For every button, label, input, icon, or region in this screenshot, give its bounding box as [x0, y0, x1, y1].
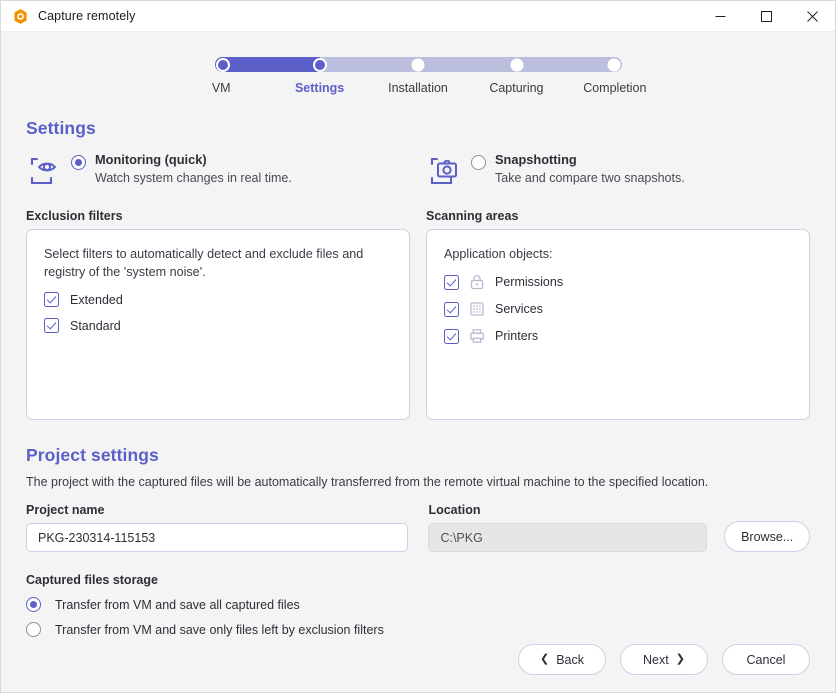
- project-name-field-group: Project name PKG-230314-115153: [26, 503, 409, 552]
- main-content: Settings Monitoring (quick) Watch system…: [1, 95, 835, 692]
- back-button[interactable]: ❮ Back: [518, 644, 606, 675]
- project-fields-row: Project name PKG-230314-115153 Location …: [26, 503, 810, 552]
- stepper-labels: VM Settings Installation Capturing Compl…: [172, 81, 664, 95]
- mode-monitoring-name: Monitoring (quick): [95, 152, 207, 167]
- window-controls: [697, 1, 835, 32]
- maximize-button[interactable]: [743, 1, 789, 32]
- lock-icon: [470, 275, 484, 290]
- stepper-node-vm[interactable]: [215, 57, 230, 72]
- label-standard: Standard: [70, 318, 121, 333]
- camera-frame-icon: [430, 157, 457, 185]
- settings-heading: Settings: [26, 118, 96, 138]
- wizard-footer: ❮ Back Next ❯ Cancel: [518, 644, 810, 675]
- step-label-installation[interactable]: Installation: [369, 81, 467, 95]
- label-extended: Extended: [70, 292, 123, 307]
- scanning-item-services[interactable]: Services: [444, 301, 792, 317]
- checkbox-permissions[interactable]: [444, 274, 459, 290]
- location-input[interactable]: C:\PKG: [428, 523, 708, 552]
- radio-save-filtered-files[interactable]: [26, 622, 41, 637]
- stepper-node-installation[interactable]: [411, 58, 424, 71]
- step-label-settings[interactable]: Settings: [270, 81, 368, 95]
- printer-icon: [470, 329, 484, 343]
- checkbox-services[interactable]: [444, 301, 459, 317]
- chevron-right-icon: ❯: [675, 653, 685, 665]
- window-title: Capture remotely: [38, 9, 136, 23]
- next-button-label: Next: [643, 652, 669, 667]
- close-button[interactable]: [789, 1, 835, 32]
- title-bar-left: Capture remotely: [1, 7, 697, 25]
- eye-frame-icon: [30, 157, 57, 185]
- app-logo-icon: [14, 7, 28, 24]
- stepper-node-completion[interactable]: [607, 58, 620, 71]
- captured-files-storage-label: Captured files storage: [26, 573, 158, 587]
- label-save-filtered-files: Transfer from VM and save only files lef…: [55, 622, 384, 637]
- storage-option-filtered[interactable]: Transfer from VM and save only files lef…: [26, 622, 810, 637]
- stepper-node-capturing[interactable]: [510, 58, 523, 71]
- exclusion-filters-description: Select filters to automatically detect a…: [44, 247, 364, 279]
- next-button[interactable]: Next ❯: [620, 644, 708, 675]
- exclusion-item-standard[interactable]: Standard: [44, 318, 392, 333]
- title-bar: Capture remotely: [1, 1, 835, 32]
- checkbox-extended[interactable]: [44, 292, 59, 307]
- mode-snapshotting-description: Take and compare two snapshots.: [495, 171, 685, 185]
- project-settings-heading: Project settings: [26, 445, 159, 465]
- checkbox-printers[interactable]: [444, 328, 459, 344]
- label-permissions: Permissions: [495, 275, 564, 289]
- scanning-item-printers[interactable]: Printers: [444, 328, 792, 344]
- grid-services-icon: [470, 302, 484, 316]
- radio-snapshotting[interactable]: [471, 155, 486, 170]
- browse-button[interactable]: Browse...: [724, 521, 810, 552]
- label-save-all-files: Transfer from VM and save all captured f…: [55, 597, 300, 612]
- mode-monitoring-text: Monitoring (quick) Watch system changes …: [95, 151, 292, 186]
- stepper-node-settings[interactable]: [312, 57, 327, 72]
- back-button-label: Back: [556, 652, 584, 667]
- scanning-areas-label: Scanning areas: [426, 209, 519, 223]
- stepper-track: [214, 57, 622, 72]
- minimize-button[interactable]: [697, 1, 743, 32]
- wizard-stepper: VM Settings Installation Capturing Compl…: [1, 32, 835, 95]
- project-name-label: Project name: [26, 503, 105, 517]
- mode-monitoring-description: Watch system changes in real time.: [95, 171, 292, 185]
- exclusion-filters-column: Exclusion filters Select filters to auto…: [26, 209, 410, 420]
- radio-save-all-files[interactable]: [26, 597, 41, 612]
- chevron-left-icon: ❮: [539, 653, 550, 665]
- location-label: Location: [428, 503, 481, 517]
- capture-mode-row: Monitoring (quick) Watch system changes …: [26, 151, 810, 189]
- storage-option-all[interactable]: Transfer from VM and save all captured f…: [26, 597, 810, 612]
- scanning-item-permissions[interactable]: Permissions: [444, 274, 792, 290]
- scanning-areas-panel: Application objects: Permissions Service…: [426, 229, 810, 420]
- checkbox-standard[interactable]: [44, 318, 59, 333]
- mode-monitoring[interactable]: Monitoring (quick) Watch system changes …: [26, 151, 426, 189]
- mode-snapshotting[interactable]: Snapshotting Take and compare two snapsh…: [426, 151, 685, 189]
- exclusion-filters-panel: Select filters to automatically detect a…: [26, 229, 410, 420]
- label-printers: Printers: [495, 329, 539, 343]
- cancel-button[interactable]: Cancel: [722, 644, 810, 675]
- step-label-capturing[interactable]: Capturing: [467, 81, 565, 95]
- exclusion-item-extended[interactable]: Extended: [44, 292, 392, 307]
- project-name-input[interactable]: PKG-230314-115153: [26, 523, 409, 552]
- step-label-completion[interactable]: Completion: [566, 81, 664, 95]
- step-label-vm[interactable]: VM: [172, 81, 270, 95]
- label-services: Services: [495, 302, 543, 316]
- mode-monitoring-radio-group[interactable]: Monitoring (quick) Watch system changes …: [71, 151, 292, 186]
- radio-monitoring[interactable]: [71, 155, 86, 170]
- capture-remotely-window: Capture remotely VM Settings Installatio…: [0, 0, 836, 693]
- project-settings-description: The project with the captured files will…: [26, 475, 709, 489]
- exclusion-filters-label: Exclusion filters: [26, 209, 123, 223]
- location-field-group: Location C:\PKG: [428, 503, 708, 552]
- mode-snapshotting-text: Snapshotting Take and compare two snapsh…: [495, 151, 685, 186]
- mode-snapshotting-name: Snapshotting: [495, 152, 577, 167]
- mode-snapshotting-radio-group[interactable]: Snapshotting Take and compare two snapsh…: [471, 151, 685, 186]
- application-objects-label: Application objects:: [444, 247, 553, 261]
- settings-panels: Exclusion filters Select filters to auto…: [26, 209, 810, 420]
- stepper-progress-fill: [214, 57, 320, 72]
- scanning-areas-column: Scanning areas Application objects: Perm…: [426, 209, 810, 420]
